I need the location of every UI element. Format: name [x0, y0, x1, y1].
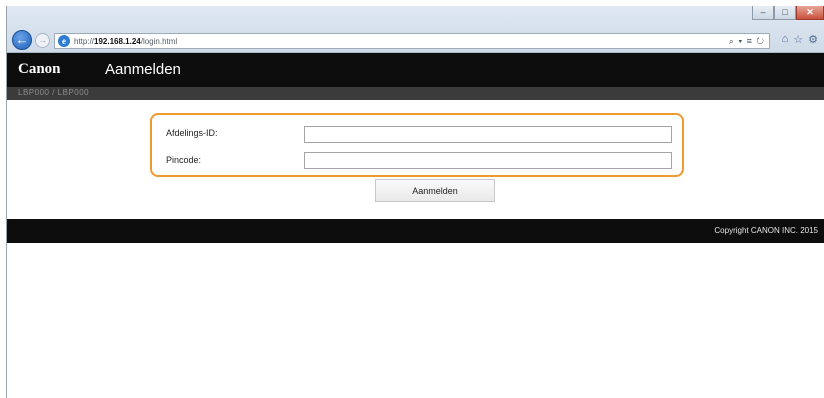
url-path: /login.html: [140, 36, 178, 46]
window-controls: – □ ✕: [752, 6, 824, 20]
settings-gear-icon[interactable]: ⚙: [808, 33, 818, 46]
browser-titlebar: – □ ✕ ← → e http://192.168.1.24/login.ht…: [7, 6, 824, 53]
header-bar: Canon Aanmelden: [7, 53, 824, 87]
close-button[interactable]: ✕: [796, 6, 824, 20]
url-text[interactable]: http://192.168.1.24/login.html: [74, 37, 177, 46]
browser-toolbar: ⌂ ☆ ⚙: [782, 33, 818, 46]
login-form-highlight: Afdelings-ID: Pincode:: [150, 113, 684, 177]
canon-logo: Canon: [18, 61, 61, 77]
internet-explorer-icon: e: [58, 35, 70, 47]
maximize-button[interactable]: □: [774, 6, 796, 20]
footer-bar: Copyright CANON INC. 2015: [7, 219, 824, 243]
url-prefix: http://: [74, 36, 95, 46]
page-title: Aanmelden: [105, 61, 181, 78]
copyright-text: Copyright CANON INC. 2015: [714, 226, 818, 235]
address-bar[interactable]: e http://192.168.1.24/login.html ⌕ ▾ ≡ ↻: [54, 33, 770, 49]
minimize-button[interactable]: –: [752, 6, 774, 20]
url-host: 192.168.1.24: [94, 36, 141, 46]
device-name-bar: LBP000 / LBP000: [7, 87, 824, 100]
department-id-input[interactable]: [304, 126, 672, 143]
favorites-star-icon[interactable]: ☆: [793, 33, 803, 46]
forward-arrow-icon[interactable]: →: [35, 33, 50, 48]
home-icon[interactable]: ⌂: [782, 33, 789, 46]
address-bar-tools[interactable]: ⌕ ▾ ≡ ↻: [729, 36, 765, 47]
pin-code-input[interactable]: [304, 152, 672, 169]
login-button[interactable]: Aanmelden: [375, 179, 495, 202]
device-name: LBP000 / LBP000: [18, 88, 90, 97]
department-id-label: Afdelings-ID:: [166, 128, 218, 138]
browser-window: – □ ✕ ← → e http://192.168.1.24/login.ht…: [6, 6, 824, 398]
back-arrow-icon[interactable]: ←: [12, 30, 32, 50]
pin-code-label: Pincode:: [166, 155, 202, 165]
